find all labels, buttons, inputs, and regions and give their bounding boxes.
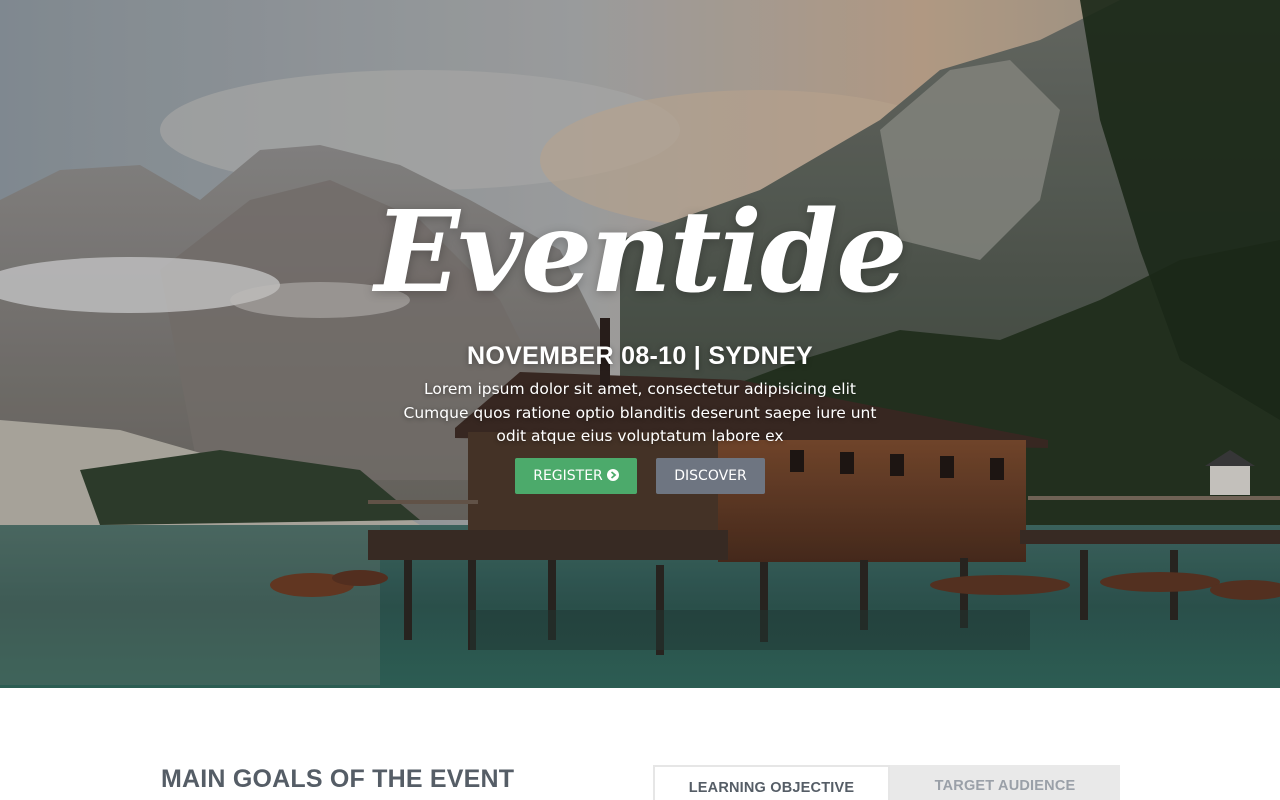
register-button[interactable]: REGISTER	[515, 458, 637, 494]
goals-section-title: MAIN GOALS OF THE EVENT	[161, 765, 515, 793]
event-tagline: Lorem ipsum dolor sit amet, consectetur …	[403, 380, 877, 445]
event-date-location: NOVEMBER 08-10 | SYDNEY	[467, 342, 813, 370]
chevron-circle-right-icon	[606, 469, 619, 481]
goals-tabs: LEARNING OBJECTIVE TARGET AUDIENCE	[653, 765, 1120, 800]
tab-target-audience[interactable]: TARGET AUDIENCE	[890, 765, 1120, 800]
event-logo: Eventide	[374, 187, 908, 318]
register-button-label: REGISTER	[533, 468, 603, 484]
hero-section: Eventide NOVEMBER 08-10 | SYDNEY Lorem i…	[0, 0, 1280, 688]
discover-button[interactable]: DISCOVER	[656, 458, 765, 494]
hero-content: Eventide NOVEMBER 08-10 | SYDNEY Lorem i…	[0, 0, 1280, 688]
tab-learning-objective[interactable]: LEARNING OBJECTIVE	[653, 765, 890, 800]
